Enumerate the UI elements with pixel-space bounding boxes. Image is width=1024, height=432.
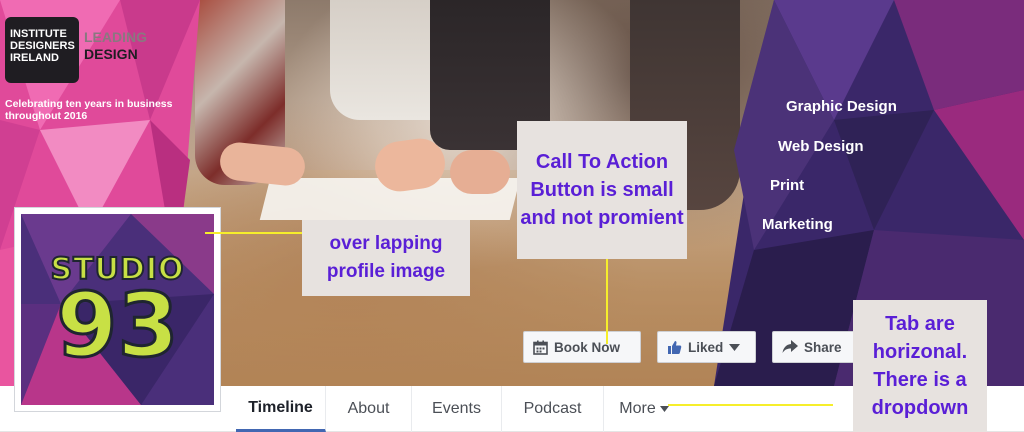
tab-label: Podcast	[523, 400, 582, 417]
liked-label: Liked	[688, 339, 724, 355]
caret-down-icon	[729, 343, 741, 351]
book-now-label: Book Now	[554, 339, 620, 355]
logo-line: DESIGNERS	[10, 40, 75, 52]
callout-line-profile	[205, 232, 302, 234]
tab-label: About	[347, 400, 390, 417]
share-arrow-icon	[782, 340, 798, 354]
service-graphic-design: Graphic Design	[786, 98, 897, 115]
profile-number: 93	[55, 274, 180, 377]
tab-label: Events	[432, 400, 481, 417]
calendar-icon	[533, 340, 548, 355]
tab-label: Timeline	[248, 398, 313, 416]
tab-label: More	[619, 400, 656, 417]
logo-line: INSTITUTE	[10, 28, 67, 40]
annotation-call-to-action: Call To Action Button is small and not p…	[517, 121, 687, 259]
service-print: Print	[770, 177, 805, 194]
annotation-tabs: Tab are horizonal. There is a dropdown	[853, 300, 987, 432]
tab-about[interactable]: About	[326, 386, 412, 432]
callout-line-cta	[606, 259, 608, 344]
annotation-profile: over lapping profile image	[302, 220, 470, 296]
wordmark-line: DESIGN	[84, 46, 138, 62]
logo-line: IRELAND	[10, 52, 59, 64]
tab-more-dropdown[interactable]: More	[604, 386, 684, 432]
tab-events[interactable]: Events	[412, 386, 502, 432]
liked-button[interactable]: Liked	[657, 331, 756, 363]
leading-design-wordmark: LEADING DESIGN	[84, 29, 147, 63]
hand-right	[450, 150, 510, 194]
service-marketing: Marketing	[762, 216, 833, 233]
wordmark-line: LEADING	[84, 29, 147, 45]
tab-timeline[interactable]: Timeline	[236, 386, 326, 432]
celebration-text: Celebrating ten years in business throug…	[5, 98, 173, 122]
tab-podcast[interactable]: Podcast	[502, 386, 604, 432]
share-label: Share	[804, 339, 842, 355]
callout-line-tabs	[668, 404, 833, 406]
caret-down-icon	[659, 406, 669, 412]
service-web-design: Web Design	[778, 138, 864, 155]
institute-logo-text: INSTITUTE DESIGNERS IRELAND	[10, 28, 75, 64]
profile-picture[interactable]: STUDIO 93	[14, 207, 221, 412]
thumbs-up-icon	[667, 340, 682, 355]
share-button[interactable]: Share	[772, 331, 856, 363]
book-now-button[interactable]: Book Now	[523, 331, 641, 363]
studio-93-logo: STUDIO 93	[21, 214, 214, 405]
